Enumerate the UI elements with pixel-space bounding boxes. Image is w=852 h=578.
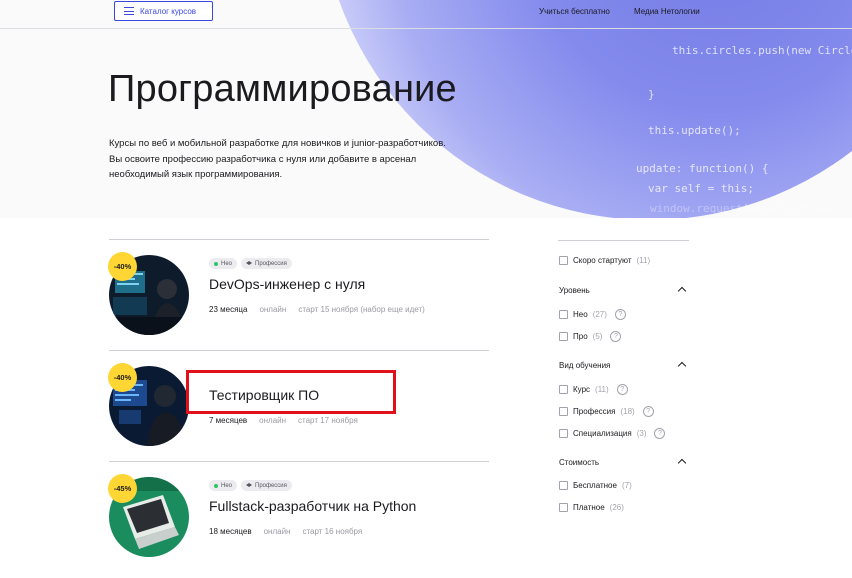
course-badges: Нео Профессия xyxy=(209,258,292,269)
course-duration: 7 месяцев xyxy=(209,416,248,425)
help-icon[interactable]: ? xyxy=(616,384,628,395)
course-duration: 23 месяца xyxy=(209,305,248,314)
course-format: онлайн xyxy=(259,416,287,425)
filter-level-neo[interactable]: Нео (27) ? xyxy=(559,309,626,320)
filter-heading-level[interactable]: Уровень xyxy=(559,286,590,295)
discount-badge: -40% xyxy=(108,363,137,392)
discount-badge: -45% xyxy=(108,474,137,503)
course-meta: 23 месяца онлайн старт 15 ноября (набор … xyxy=(209,305,425,314)
course-format: онлайн xyxy=(263,527,291,536)
filter-type-specialization[interactable]: Специализация (3) ? xyxy=(559,428,666,439)
filter-heading-study-type[interactable]: Вид обучения xyxy=(559,361,610,370)
course-start: старт 16 ноября xyxy=(302,527,363,536)
code-line: this.update(); xyxy=(648,124,741,137)
filter-cost-paid[interactable]: Платное (26) xyxy=(559,503,624,512)
filter-type-profession[interactable]: Профессия (18) ? xyxy=(559,406,654,417)
checkbox[interactable] xyxy=(559,385,568,394)
highlight-box xyxy=(186,370,396,414)
nav-link-free-learning[interactable]: Учиться бесплатно xyxy=(539,7,610,16)
neo-dot-icon xyxy=(214,261,218,266)
filter-level-pro[interactable]: Про (5) ? xyxy=(559,331,622,342)
checkbox[interactable] xyxy=(559,256,568,265)
code-line: this.circles.push(new Circle xyxy=(672,44,852,57)
neo-badge: Нео xyxy=(209,258,238,269)
graduation-cap-icon xyxy=(246,261,253,265)
filter-soon-starting[interactable]: Скоро стартуют (11) xyxy=(559,256,650,265)
code-line: window.requestAnimationFrame xyxy=(650,202,836,215)
page-description: Курсы по веб и мобильной разработке для … xyxy=(109,138,446,180)
filter-cost-free[interactable]: Бесплатное (7) xyxy=(559,481,632,490)
checkbox[interactable] xyxy=(559,503,568,512)
divider xyxy=(109,461,489,462)
catalog-button[interactable]: Каталог курсов xyxy=(114,1,213,21)
filter-divider xyxy=(558,240,689,241)
neo-badge: Нео xyxy=(209,480,238,491)
profession-badge: Профессия xyxy=(241,480,292,491)
page-title: Программирование xyxy=(108,68,457,110)
checkbox[interactable] xyxy=(559,481,568,490)
graduation-cap-icon xyxy=(246,483,253,487)
filter-type-course[interactable]: Курс (11) ? xyxy=(559,384,628,395)
divider xyxy=(109,350,489,351)
course-card-fullstack-python[interactable]: -45% Нео Профессия Fullstack-разработчик… xyxy=(108,474,489,578)
checkbox[interactable] xyxy=(559,332,568,341)
checkbox[interactable] xyxy=(559,310,568,319)
code-line: update: function() { xyxy=(636,162,769,175)
course-duration: 18 месяцев xyxy=(209,527,252,536)
chevron-up-icon[interactable] xyxy=(678,360,686,368)
code-line: var self = this; xyxy=(648,182,754,195)
course-badges: Нео Профессия xyxy=(209,480,292,491)
divider xyxy=(109,239,489,240)
course-meta: 7 месяцев онлайн старт 17 ноября xyxy=(209,416,358,425)
filter-heading-cost[interactable]: Стоимость xyxy=(559,458,599,467)
chevron-up-icon[interactable] xyxy=(678,285,686,293)
checkbox[interactable] xyxy=(559,407,568,416)
help-icon[interactable]: ? xyxy=(610,331,622,342)
discount-badge: -40% xyxy=(108,252,137,281)
checkbox[interactable] xyxy=(559,429,568,438)
help-icon[interactable]: ? xyxy=(654,428,666,439)
course-start: старт 17 ноября xyxy=(298,416,358,425)
course-title[interactable]: DevOps-инженер с нуля xyxy=(209,276,365,292)
nav-link-media[interactable]: Медиа Нетологии xyxy=(634,7,700,16)
course-meta: 18 месяцев онлайн старт 16 ноября xyxy=(209,527,362,536)
help-icon[interactable]: ? xyxy=(614,309,626,320)
code-line: } xyxy=(648,88,655,101)
help-icon[interactable]: ? xyxy=(642,406,654,417)
course-format: онлайн xyxy=(259,305,287,314)
catalog-label: Каталог курсов xyxy=(140,6,197,16)
course-card-devops[interactable]: -40% Нео Профессия DevOps-инженер с нуля… xyxy=(108,252,489,365)
menu-icon xyxy=(124,7,134,15)
top-bar: Каталог курсов Учиться бесплатно Медиа Н… xyxy=(0,0,852,29)
neo-dot-icon xyxy=(214,483,218,488)
chevron-up-icon[interactable] xyxy=(678,457,686,465)
profession-badge: Профессия xyxy=(241,258,292,269)
course-title[interactable]: Fullstack-разработчик на Python xyxy=(209,498,416,514)
course-start: старт 15 ноября (набор еще идет) xyxy=(298,305,425,314)
